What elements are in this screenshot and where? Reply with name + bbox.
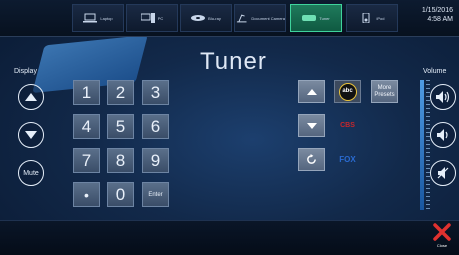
tab-document-camera[interactable]: Document Camera	[234, 4, 286, 32]
volume-level-bar	[420, 80, 424, 210]
keypad-key-7[interactable]: 7	[73, 148, 100, 173]
arrow-up-icon	[25, 93, 37, 101]
tab-bluray[interactable]: Blu-ray	[180, 4, 232, 32]
key-label: 6	[150, 116, 161, 136]
preset-abc-button[interactable]: abc	[334, 80, 361, 103]
keypad-key-3[interactable]: 3	[142, 80, 169, 105]
datetime: 1/15/2016 4:58 AM	[422, 6, 453, 24]
key-label: 7	[81, 150, 92, 170]
source-bar: Laptop PC Blu-ray Document Camera Tuner …	[0, 0, 459, 37]
key-label: 4	[81, 116, 92, 136]
refresh-icon	[307, 154, 316, 164]
tab-label: Tuner	[319, 15, 330, 21]
preset-label: CBS	[340, 122, 355, 129]
tab-tuner[interactable]: Tuner	[290, 4, 342, 32]
document-camera-icon	[236, 14, 247, 23]
key-label: 0	[115, 184, 126, 204]
display-down-button[interactable]	[18, 122, 44, 148]
key-label: 2	[115, 82, 126, 102]
volume-mute-button[interactable]	[430, 160, 456, 186]
close-button[interactable]: Close	[429, 222, 455, 252]
close-icon	[433, 223, 451, 241]
keypad-key-1[interactable]: 1	[73, 80, 100, 105]
keypad-key-9[interactable]: 9	[142, 148, 169, 173]
mute-label: Mute	[23, 169, 39, 177]
volume-up-button[interactable]	[430, 84, 456, 110]
keypad-key-0[interactable]: 0	[107, 182, 134, 207]
channel-down-button[interactable]	[298, 114, 325, 137]
keypad-key-enter[interactable]: Enter	[142, 182, 169, 207]
key-label: •	[84, 186, 89, 203]
arrow-down-icon	[25, 131, 37, 139]
display-label: Display	[14, 68, 37, 75]
volume-mute-icon	[437, 167, 449, 179]
tab-laptop[interactable]: Laptop	[72, 4, 124, 32]
volume-label: Volume	[423, 68, 447, 75]
preset-label: FOX	[339, 155, 356, 164]
tab-label: PC	[157, 15, 164, 21]
tab-label: Laptop	[100, 15, 113, 21]
key-label: 5	[115, 116, 126, 136]
arrow-up-icon	[306, 88, 317, 95]
key-label: Enter	[148, 191, 163, 198]
more-presets-button[interactable]: More Presets	[371, 80, 398, 103]
background	[0, 0, 459, 254]
key-label: 9	[150, 150, 161, 170]
display-mute-button[interactable]: Mute	[18, 160, 44, 186]
keypad-key-4[interactable]: 4	[73, 114, 100, 139]
tab-pc[interactable]: PC	[126, 4, 178, 32]
tab-ipod[interactable]: iPod	[346, 4, 398, 32]
volume-down-icon	[437, 129, 448, 141]
preset-fox-button[interactable]: FOX	[334, 148, 361, 171]
key-label: 1	[81, 82, 92, 102]
close-label: Close	[436, 243, 448, 248]
page-title: Tuner	[200, 48, 267, 75]
tab-label: Document Camera	[251, 15, 285, 21]
laptop-icon	[83, 13, 98, 23]
time-text: 4:58 AM	[427, 16, 453, 23]
tuner-icon	[302, 15, 317, 21]
key-label: 8	[115, 150, 126, 170]
keypad-key-2[interactable]: 2	[107, 80, 134, 105]
keypad-key-5[interactable]: 5	[107, 114, 134, 139]
preset-cbs-button[interactable]: CBS	[334, 114, 361, 137]
bluray-icon	[191, 15, 206, 21]
volume-up-icon	[436, 91, 450, 103]
channel-refresh-button[interactable]	[298, 148, 325, 171]
volume-down-button[interactable]	[430, 122, 456, 148]
more-presets-label: More Presets	[374, 84, 395, 98]
tab-label: Blu-ray	[208, 15, 221, 21]
arrow-down-icon	[306, 122, 317, 129]
keypad-key-6[interactable]: 6	[142, 114, 169, 139]
pc-icon	[140, 13, 155, 23]
abc-logo: abc	[338, 82, 357, 101]
keypad-key-8[interactable]: 8	[107, 148, 134, 173]
display-up-button[interactable]	[18, 84, 44, 110]
keypad-key-dot[interactable]: •	[73, 182, 100, 207]
date-text: 1/15/2016	[421, 7, 453, 14]
ipod-icon	[362, 13, 370, 23]
channel-up-button[interactable]	[298, 80, 325, 103]
key-label: 3	[150, 82, 161, 102]
tab-label: iPod	[376, 15, 385, 21]
preset-label: abc	[342, 88, 353, 94]
bottom-bar	[0, 220, 459, 255]
